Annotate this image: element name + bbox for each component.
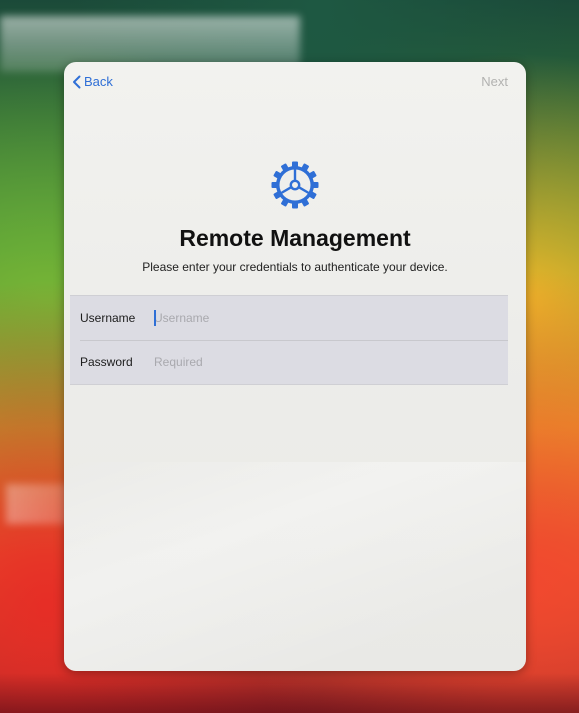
username-field[interactable] — [152, 303, 508, 333]
username-label: Username — [80, 311, 136, 325]
gear-icon — [271, 161, 319, 209]
password-row: Password — [70, 340, 508, 384]
text-caret — [154, 310, 156, 326]
screen-glare — [64, 462, 526, 671]
setup-screen: Back Next Remote Management Please enter… — [64, 62, 526, 671]
username-row: Username — [70, 296, 508, 340]
nav-bar: Back Next — [64, 62, 526, 106]
chevron-left-icon — [73, 75, 81, 88]
gear-icon-wrap — [64, 160, 526, 210]
bottom-shadow — [0, 673, 579, 713]
next-button[interactable]: Next — [481, 74, 508, 89]
credentials-form: Username Password — [70, 295, 508, 385]
page-subtitle: Please enter your credentials to authent… — [142, 260, 448, 274]
password-label: Password — [80, 355, 133, 369]
back-button[interactable]: Back — [72, 74, 113, 89]
back-label: Back — [84, 74, 113, 89]
page-title: Remote Management — [179, 225, 411, 251]
password-field[interactable] — [152, 347, 508, 377]
